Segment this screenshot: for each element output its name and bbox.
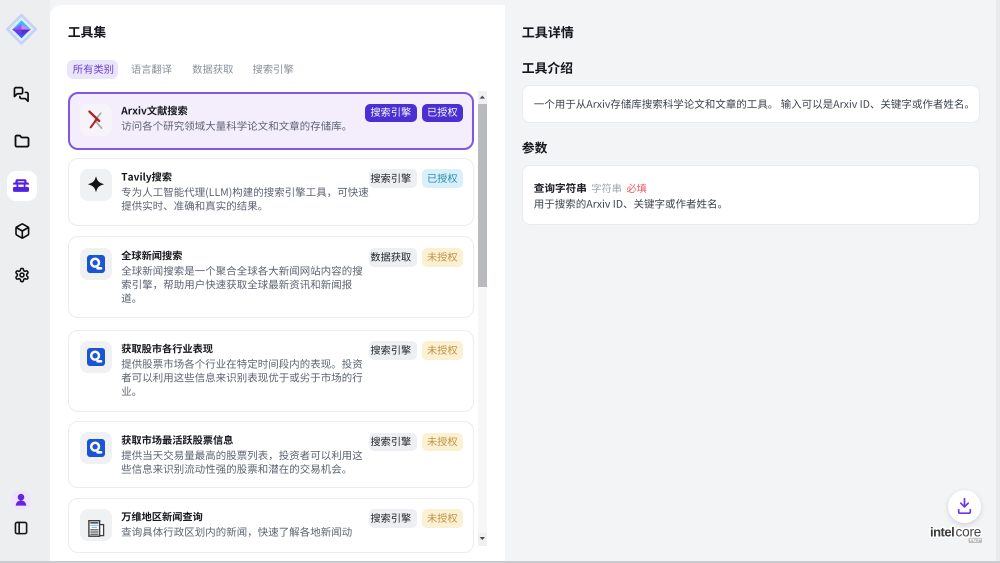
svg-text:core: core [956,525,982,540]
svg-text:intel: intel [930,525,954,540]
svg-text:ULTRA: ULTRA [969,539,981,543]
